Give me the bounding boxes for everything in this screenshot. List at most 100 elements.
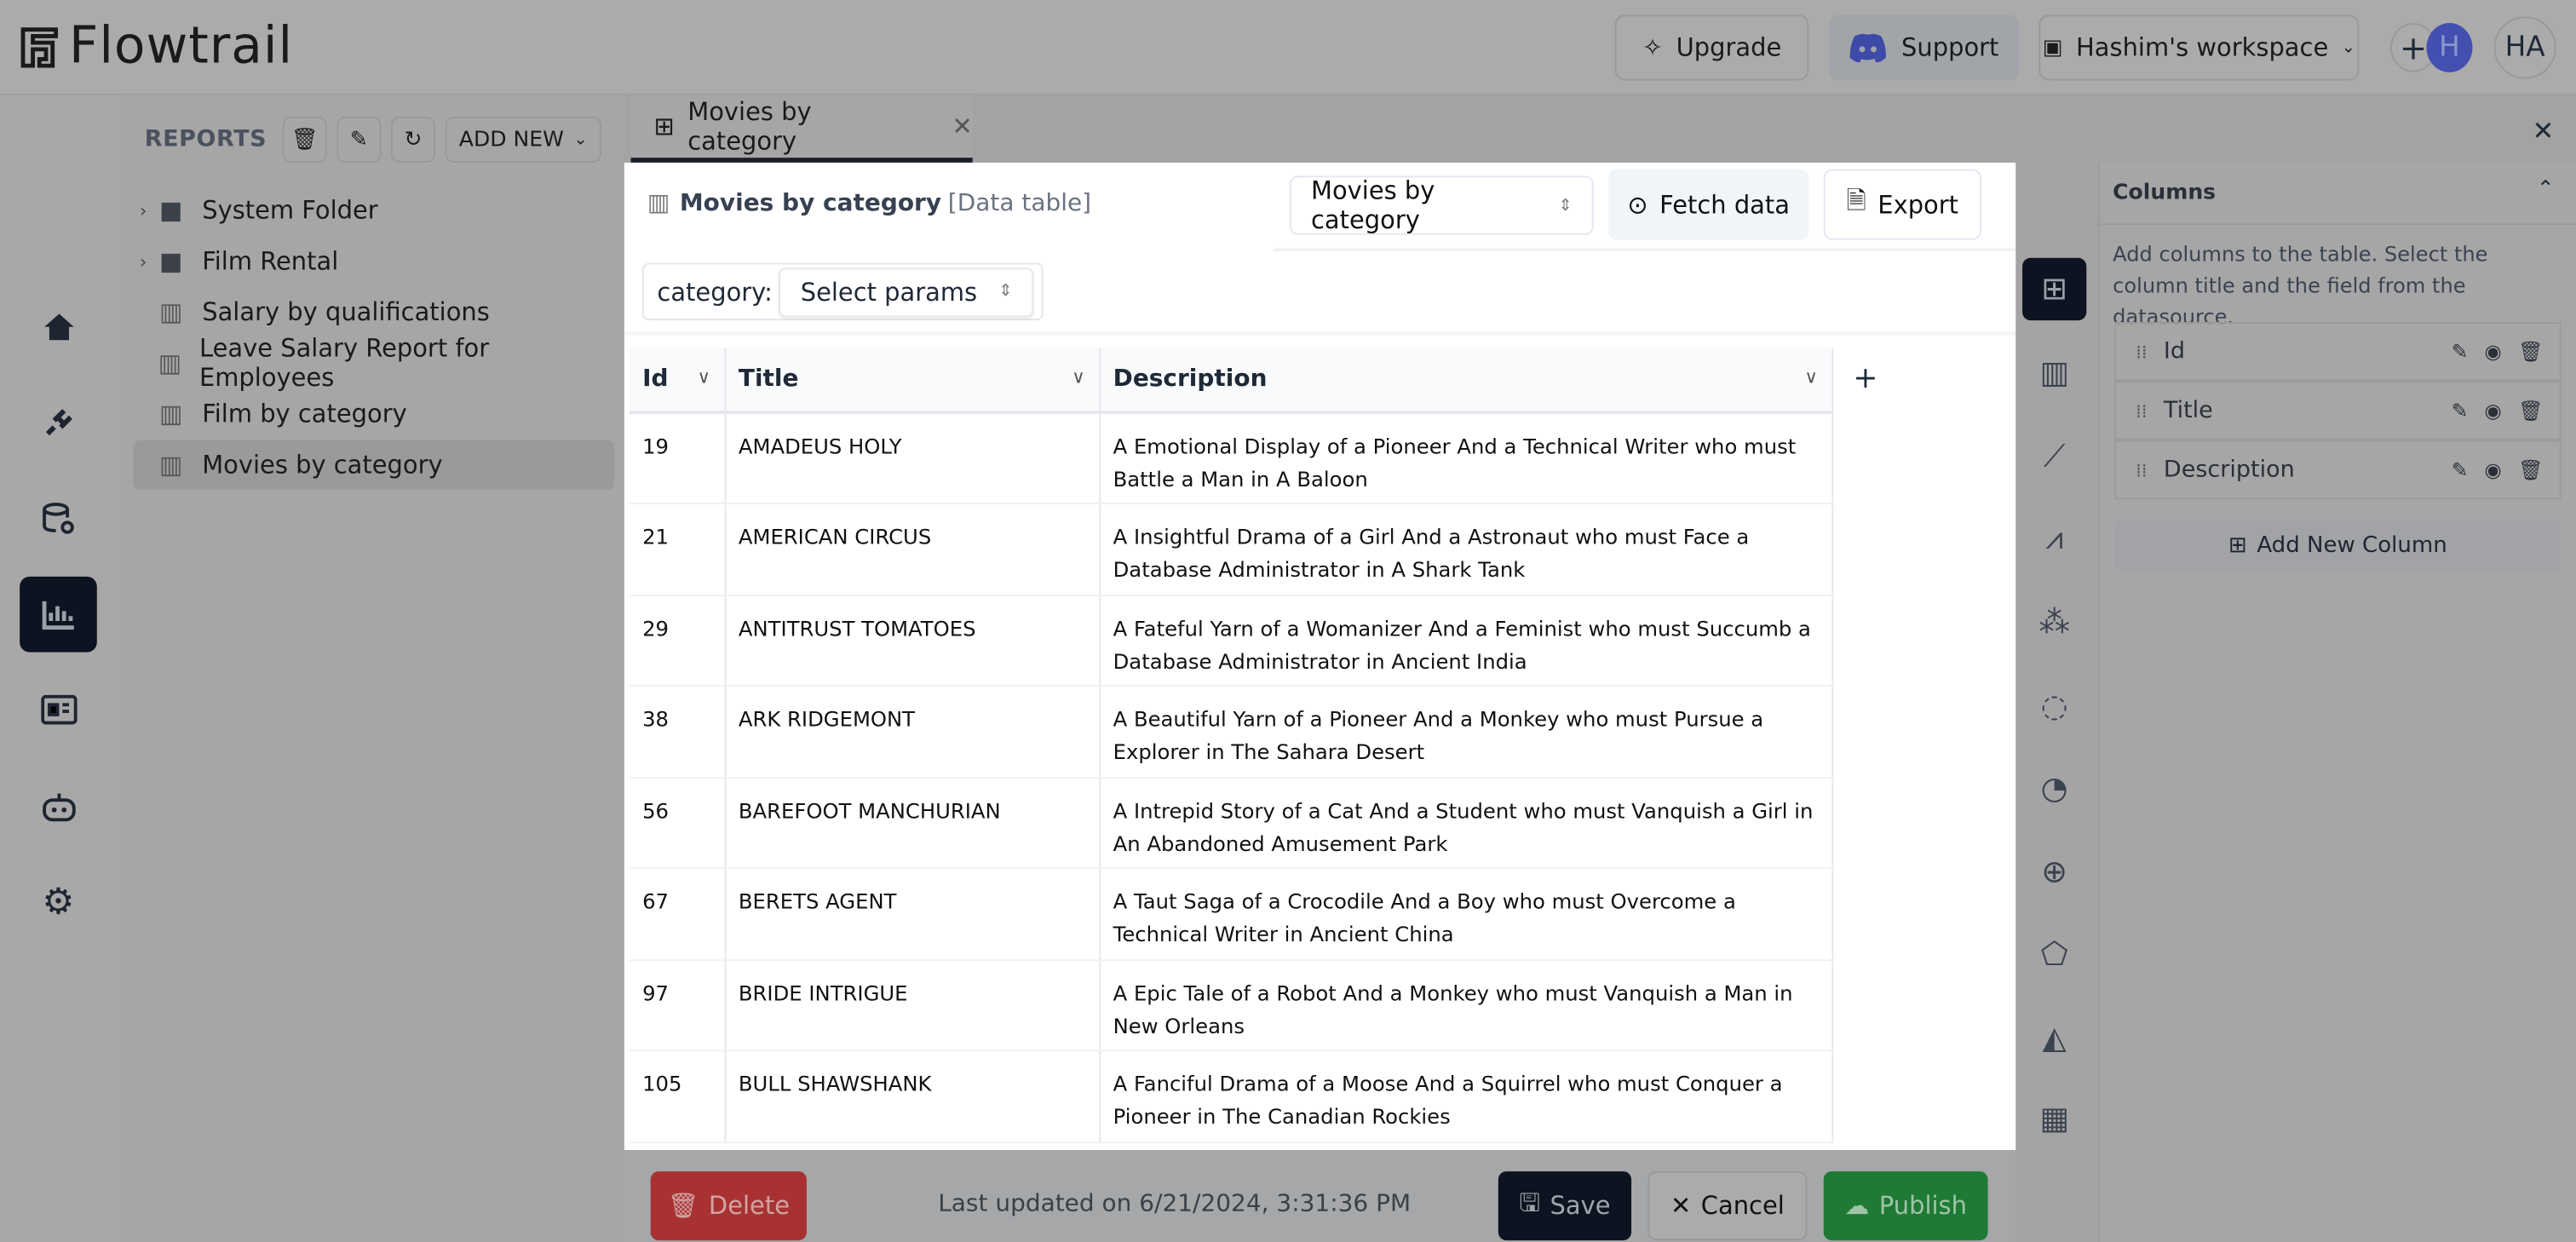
member-avatar[interactable]: H bbox=[2426, 22, 2473, 72]
table-cell: BRIDE INTRIGUE bbox=[724, 959, 1101, 1052]
delete-report-button[interactable]: 🗑 bbox=[282, 116, 327, 163]
report-type: [Data table] bbox=[947, 190, 1092, 217]
scatter-icon[interactable]: ⁂ bbox=[2022, 591, 2086, 653]
pie-icon[interactable]: ◔ bbox=[2022, 757, 2086, 819]
pencil-icon: ✎ bbox=[349, 127, 368, 152]
database-settings-icon[interactable] bbox=[20, 481, 97, 557]
close-icon[interactable]: ✕ bbox=[952, 112, 972, 141]
save-label: Save bbox=[1550, 1191, 1611, 1221]
donut-icon[interactable]: ◌ bbox=[2022, 676, 2086, 738]
table-cell: A Insightful Drama of a Girl And a Astro… bbox=[1099, 503, 1833, 596]
column-item-label: Id bbox=[2163, 338, 2186, 365]
tree-item[interactable]: ▥ Leave Salary Report for Employees bbox=[133, 333, 614, 392]
fetch-data-button[interactable]: ⊙ Fetch data bbox=[1608, 169, 1809, 240]
workspace-select[interactable]: ▣ Hashim's workspace ⌄ bbox=[2038, 14, 2360, 81]
trash-icon[interactable]: 🗑 bbox=[2518, 400, 2543, 423]
column-item[interactable]: ⁞⁞ Description ✎ ◉ 🗑 bbox=[2114, 440, 2562, 500]
table-cell: AMERICAN CIRCUS bbox=[724, 503, 1101, 596]
support-button[interactable]: Support bbox=[1828, 14, 2020, 81]
report-title: ▥ Movies by category [Data table] bbox=[647, 191, 1091, 217]
discord-icon bbox=[1850, 33, 1887, 63]
add-new-button[interactable]: ADD NEW ⌄ bbox=[445, 116, 601, 163]
collapse-icon[interactable]: ⌃ bbox=[2537, 177, 2555, 202]
tab-movies-by-category[interactable]: ⊞ Movies by category ✕ bbox=[630, 95, 973, 163]
tree-item[interactable]: ▥ Movies by category bbox=[133, 440, 615, 490]
eye-icon[interactable]: ◉ bbox=[2485, 458, 2502, 481]
fetch-label: Fetch data bbox=[1659, 189, 1790, 220]
add-column-button[interactable]: + bbox=[1853, 361, 1877, 395]
delete-button[interactable]: 🗑 Delete bbox=[650, 1171, 807, 1241]
table-cell: ARK RIDGEMONT bbox=[724, 686, 1101, 779]
logo[interactable]: Flowtrail bbox=[20, 16, 293, 76]
table-cell: BERETS AGENT bbox=[724, 868, 1101, 961]
reports-chart-icon[interactable] bbox=[20, 576, 97, 653]
user-avatar[interactable]: HA bbox=[2493, 16, 2556, 79]
pencil-icon[interactable]: ✎ bbox=[2452, 400, 2468, 423]
refresh-icon: ↻ bbox=[404, 127, 423, 152]
drag-handle-icon[interactable]: ⁞⁞ bbox=[2136, 341, 2148, 362]
updown-icon: ⇕ bbox=[998, 282, 1013, 301]
export-button[interactable]: 🗎 Export bbox=[1823, 169, 1981, 240]
report-select[interactable]: Movies by category ⇕ bbox=[1289, 175, 1594, 235]
drag-handle-icon[interactable]: ⁞⁞ bbox=[2136, 400, 2148, 422]
table-cell: AMADEUS HOLY bbox=[724, 412, 1101, 505]
column-header[interactable]: Description ∨ bbox=[1099, 348, 1833, 414]
cancel-button[interactable]: ✕ Cancel bbox=[1647, 1171, 1808, 1241]
table-row: 29 ANTITRUST TOMATOES A Fateful Yarn of a … bbox=[629, 595, 1833, 687]
column-header[interactable]: Title ∨ bbox=[724, 348, 1101, 414]
trash-icon[interactable]: 🗑 bbox=[2518, 340, 2543, 363]
table-row: 56 BAREFOOT MANCHURIAN A Intrepid Story of… bbox=[629, 777, 1833, 870]
last-updated: Last updated on 6/21/2024, 3:31:36 PM bbox=[938, 1191, 1412, 1218]
chevron-down-icon[interactable]: ∨ bbox=[698, 366, 711, 388]
report-select-value: Movies by category bbox=[1310, 175, 1435, 235]
area-chart-icon[interactable]: ◭ bbox=[2022, 1007, 2086, 1069]
add-new-column-button[interactable]: ⊞ Add New Column bbox=[2114, 519, 2562, 572]
bot-icon[interactable] bbox=[20, 769, 97, 845]
pencil-icon[interactable]: ✎ bbox=[2452, 340, 2468, 363]
report-editor: ▥ Movies by category [Data table] Movies b… bbox=[624, 162, 2016, 1150]
table-cell: A Beautiful Yarn of a Pioneer And a Monk… bbox=[1099, 686, 1833, 779]
column-item[interactable]: ⁞⁞ Id ✎ ◉ 🗑 bbox=[2114, 321, 2562, 382]
save-button[interactable]: 🖫 Save bbox=[1498, 1171, 1632, 1241]
drag-handle-icon[interactable]: ⁞⁞ bbox=[2136, 459, 2148, 480]
eye-icon[interactable]: ◉ bbox=[2485, 400, 2502, 423]
multi-line-chart-icon[interactable]: ⩘ bbox=[2022, 508, 2086, 570]
close-editor-button[interactable]: ✕ bbox=[2521, 108, 2564, 151]
publish-button[interactable]: ☁ Publish bbox=[1823, 1171, 1988, 1241]
upgrade-button[interactable]: ✧ Upgrade bbox=[1614, 14, 1809, 81]
pencil-icon[interactable]: ✎ bbox=[2452, 458, 2468, 481]
tree-item[interactable]: › ■ System Folder bbox=[133, 186, 614, 235]
chevron-down-icon[interactable]: ∨ bbox=[1072, 366, 1085, 388]
tree-item[interactable]: ▥ Film by category bbox=[133, 389, 614, 439]
dashboard-layout-icon[interactable]: ▦ bbox=[2022, 1088, 2086, 1150]
tree-item[interactable]: ▥ Salary by qualifications bbox=[133, 287, 614, 336]
plug-icon[interactable] bbox=[20, 384, 97, 460]
bar-chart-icon[interactable]: ▥ bbox=[2022, 342, 2086, 404]
globe-icon[interactable]: ⊕ bbox=[2022, 841, 2086, 903]
dashboard-icon[interactable] bbox=[20, 672, 97, 748]
tree-item-label: Film by category bbox=[202, 399, 407, 429]
eye-icon[interactable]: ◉ bbox=[2485, 340, 2502, 363]
table-icon[interactable]: ⊞ bbox=[2022, 257, 2087, 321]
gear-icon[interactable]: ⚙ bbox=[20, 864, 97, 940]
report-chart-icon: ▥ bbox=[647, 190, 670, 217]
radar-icon[interactable]: ⬠ bbox=[2022, 923, 2086, 986]
param-placeholder: Select params bbox=[800, 276, 978, 307]
chevron-down-icon[interactable]: ∨ bbox=[1804, 366, 1818, 388]
column-item[interactable]: ⁞⁞ Title ✎ ◉ 🗑 bbox=[2114, 381, 2562, 440]
edit-report-button[interactable]: ✎ bbox=[336, 116, 382, 163]
support-label: Support bbox=[1901, 32, 1999, 63]
line-chart-icon[interactable]: ⟋ bbox=[2022, 425, 2086, 487]
columns-heading: Columns bbox=[2113, 181, 2217, 206]
table-icon: ⊞ bbox=[653, 112, 675, 141]
table-cell: 105 bbox=[629, 1050, 726, 1143]
column-header[interactable]: Id ∨ bbox=[629, 348, 726, 414]
trash-icon[interactable]: 🗑 bbox=[2518, 458, 2543, 481]
workspace-icon: ▣ bbox=[2042, 35, 2063, 60]
table-cell: ANTITRUST TOMATOES bbox=[724, 595, 1101, 687]
reports-heading: REPORTS bbox=[144, 126, 267, 153]
refresh-button[interactable]: ↻ bbox=[390, 116, 436, 163]
tree-item[interactable]: › ■ Film Rental bbox=[133, 237, 614, 286]
home-icon[interactable] bbox=[20, 289, 97, 365]
param-select[interactable]: Select params ⇕ bbox=[779, 267, 1034, 317]
